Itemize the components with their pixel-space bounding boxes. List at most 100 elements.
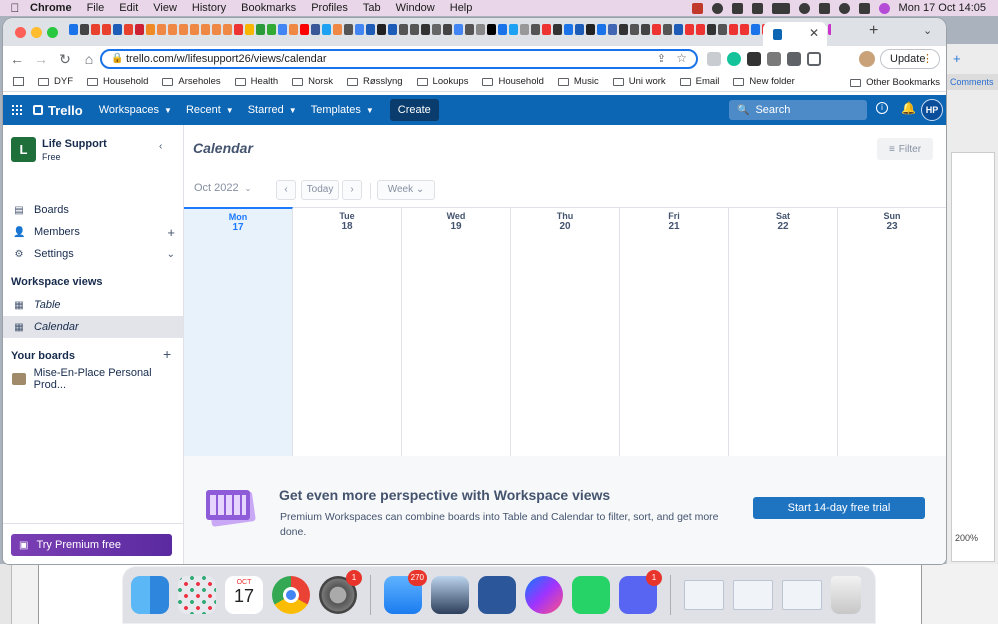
menu-history[interactable]: History [192, 2, 226, 14]
launchpad-icon[interactable] [178, 576, 216, 614]
tab-favicon-icon[interactable] [564, 24, 573, 35]
home-icon[interactable]: ⌂ [79, 51, 99, 67]
side-panel-icon[interactable] [807, 52, 821, 66]
plus-icon[interactable]: + [953, 51, 961, 66]
tab-favicon-icon[interactable] [102, 24, 111, 35]
more-menu-icon[interactable]: ⋮ [922, 50, 933, 68]
tab-favicon-icon[interactable] [234, 24, 243, 35]
tab-favicon-icon[interactable] [531, 24, 540, 35]
word-icon[interactable] [478, 576, 516, 614]
tab-favicon-icon[interactable] [597, 24, 606, 35]
whatsapp-icon[interactable] [572, 576, 610, 614]
collapse-sidebar-icon[interactable]: ‹ [159, 141, 162, 152]
reload-icon[interactable]: ↻ [55, 51, 75, 68]
tab-favicon-icon[interactable] [190, 24, 199, 35]
tab-favicon-icon[interactable] [377, 24, 386, 35]
discord-icon[interactable]: 1 [619, 570, 662, 614]
sidebar-item-members[interactable]: 👤 Members + [3, 221, 183, 243]
minimized-window-thumbnail[interactable] [782, 580, 822, 610]
add-member-icon[interactable]: + [167, 225, 175, 240]
tab-favicon-icon[interactable] [267, 24, 276, 35]
tab-favicon-icon[interactable] [465, 24, 474, 35]
status-icon[interactable] [691, 2, 703, 14]
view-selector[interactable]: Week ⌄ [377, 180, 435, 200]
tab-favicon-icon[interactable] [520, 24, 529, 35]
wifi-icon[interactable] [798, 2, 810, 14]
extension-capture-icon[interactable] [767, 52, 781, 66]
bell-icon[interactable]: 🔔 [901, 101, 916, 115]
tab-favicon-icon[interactable] [828, 24, 831, 35]
tab-favicon-icon[interactable] [553, 24, 562, 35]
url-bar[interactable]: 🔒 trello.com/w/lifesupport26/views/calen… [100, 49, 698, 69]
tab-favicon-icon[interactable] [322, 24, 331, 35]
tab-favicon-icon[interactable] [674, 24, 683, 35]
menu-clock[interactable]: Mon 17 Oct 14:05 [899, 2, 986, 14]
chrome-icon[interactable] [272, 576, 310, 614]
bookmark-folder[interactable]: Arseholes [162, 76, 221, 87]
tab-favicon-icon[interactable] [256, 24, 265, 35]
menu-profiles[interactable]: Profiles [311, 2, 348, 14]
bluetooth-icon[interactable] [751, 2, 763, 14]
day-column-wed[interactable]: Wed 19 [402, 208, 511, 457]
today-button[interactable]: Today [301, 180, 339, 200]
day-column-mon[interactable]: Mon 17 [184, 207, 293, 456]
tab-favicon-icon[interactable] [696, 24, 705, 35]
workspace-header[interactable]: L Life Support Free [11, 137, 107, 162]
create-button[interactable]: Create [389, 99, 439, 121]
forward-icon[interactable]: → [31, 51, 51, 67]
tab-favicon-icon[interactable] [410, 24, 419, 35]
play-icon[interactable] [711, 2, 723, 14]
tab-favicon-icon[interactable] [124, 24, 133, 35]
tab-favicon-icon[interactable] [729, 24, 738, 35]
url-text[interactable]: trello.com/w/lifesupport26/views/calenda… [126, 53, 327, 65]
control-center-icon[interactable] [858, 2, 870, 14]
tab-favicon-icon[interactable] [707, 24, 716, 35]
tab-favicon-icon[interactable] [278, 24, 287, 35]
prev-week-button[interactable]: ‹ [276, 180, 296, 200]
volume-icon[interactable] [731, 2, 743, 14]
menu-app-name[interactable]: Chrome [30, 2, 72, 14]
add-board-icon[interactable]: + [163, 346, 171, 362]
menu-edit[interactable]: Edit [119, 2, 138, 14]
bookmark-folder[interactable]: Music [557, 76, 599, 87]
bookmark-folder[interactable]: Røsslyng [346, 76, 403, 87]
messenger-icon[interactable] [525, 576, 563, 614]
tab-favicon-icon[interactable] [245, 24, 254, 35]
bookmark-folder[interactable]: Uni work [612, 76, 666, 87]
update-button[interactable]: Update ⋮ [880, 49, 940, 69]
close-tab-icon[interactable]: ✕ [809, 26, 819, 40]
active-tab[interactable]: ✕ [763, 22, 827, 46]
tab-favicon-icon[interactable] [487, 24, 496, 35]
minimized-window-thumbnail[interactable] [733, 580, 773, 610]
zoom-window-icon[interactable] [47, 27, 58, 38]
tab-favicon-icon[interactable] [641, 24, 650, 35]
try-premium-button[interactable]: ▣ Try Premium free [11, 534, 172, 556]
tab-favicon-icon[interactable] [146, 24, 155, 35]
sidebar-item-calendar[interactable]: ▦ Calendar [3, 316, 183, 338]
tab-favicon-icon[interactable] [179, 24, 188, 35]
new-tab-icon[interactable]: + [869, 22, 878, 40]
tab-favicon-icon[interactable] [355, 24, 364, 35]
search-input[interactable]: 🔍 Search [729, 100, 867, 120]
month-selector[interactable]: Oct 2022 ⌄ [194, 182, 251, 194]
nav-starred[interactable]: Starred ▼ [248, 104, 297, 116]
back-icon[interactable]: ← [7, 51, 27, 67]
tab-favicon-icon[interactable] [388, 24, 397, 35]
menu-file[interactable]: File [87, 2, 105, 14]
keyboard-icon[interactable] [818, 2, 830, 14]
sidebar-item-table[interactable]: ▦ Table [3, 294, 183, 316]
bookmark-folder[interactable]: Household [482, 76, 544, 87]
bookmark-folder[interactable]: Household [87, 76, 148, 87]
menu-tab[interactable]: Tab [363, 2, 381, 14]
system-settings-icon[interactable]: 1 [319, 570, 362, 614]
filter-button[interactable]: ≡ Filter [877, 138, 933, 160]
close-window-icon[interactable] [15, 27, 26, 38]
tab-favicon-icon[interactable] [113, 24, 122, 35]
app-switcher-icon[interactable] [12, 105, 22, 115]
menu-view[interactable]: View [153, 2, 177, 14]
trash-icon[interactable] [831, 576, 861, 614]
extension-flag-icon[interactable] [707, 52, 721, 66]
tab-favicon-icon[interactable] [91, 24, 100, 35]
tab-favicon-icon[interactable] [344, 24, 353, 35]
bookmark-folder[interactable]: Email [679, 76, 719, 87]
